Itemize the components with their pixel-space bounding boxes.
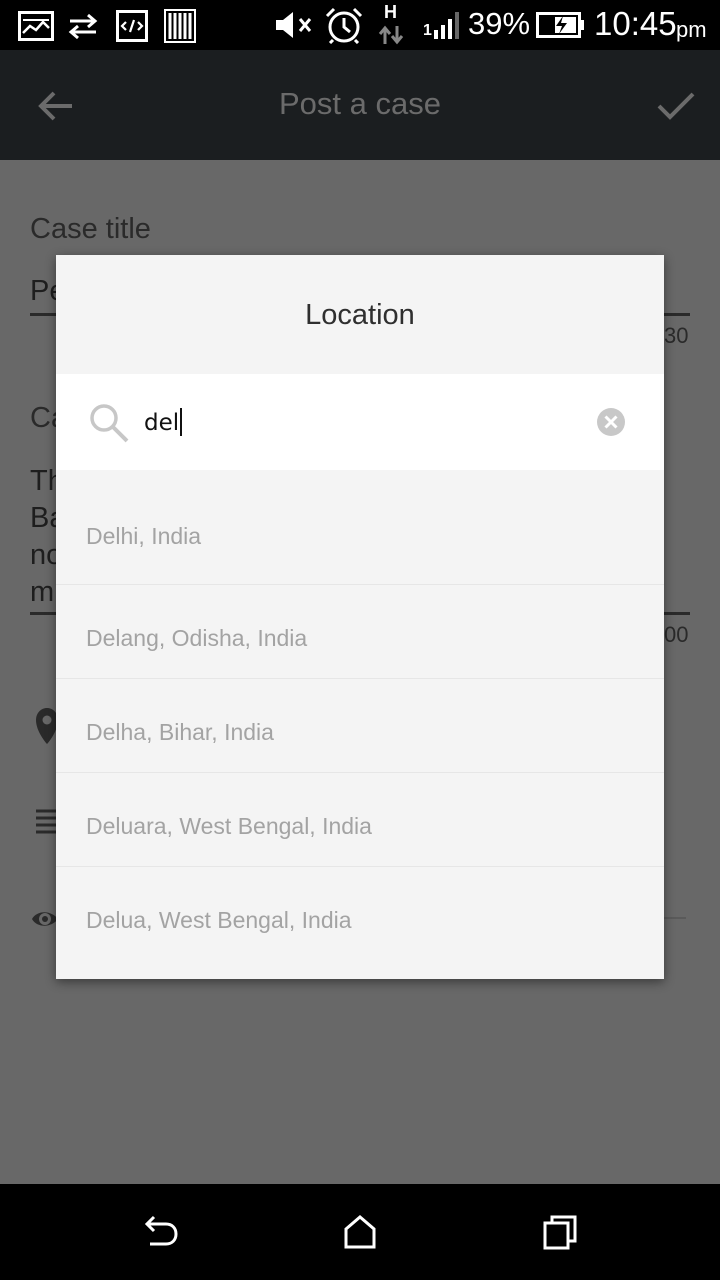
location-result-item[interactable]: Delua, West Bengal, India: [56, 867, 664, 960]
location-pin-icon[interactable]: [36, 706, 58, 750]
page-title: Post a case: [279, 86, 441, 121]
recents-icon[interactable]: [543, 1214, 577, 1254]
network-h-icon: H: [376, 2, 408, 50]
developer-icon: [116, 10, 148, 46]
barcode-icon: [164, 9, 196, 47]
desc-underline: [30, 612, 56, 615]
sim-slot-label: 1: [423, 22, 432, 39]
home-icon[interactable]: [343, 1214, 377, 1254]
clock-suffix: pm: [676, 17, 707, 42]
location-result-item[interactable]: Delhi, India: [56, 470, 664, 585]
screenshot-icon: [18, 11, 54, 45]
location-result-item[interactable]: Delha, Bihar, India: [56, 679, 664, 773]
row-divider: [664, 917, 686, 919]
mute-icon: [274, 9, 316, 45]
data-sync-icon: [66, 11, 100, 45]
system-nav-bar: [0, 1184, 720, 1280]
battery-charging-icon: [536, 12, 586, 42]
desc-underline-right: [664, 612, 690, 615]
dialog-title: Location: [305, 299, 415, 331]
title-underline-right: [664, 313, 690, 316]
clear-icon[interactable]: [596, 407, 626, 441]
text-cursor: [180, 408, 183, 436]
search-icon: [88, 402, 130, 448]
location-search-input[interactable]: del: [144, 408, 183, 436]
app-bar: Post a case: [0, 50, 720, 160]
title-counter: 30: [664, 323, 689, 348]
eye-icon[interactable]: [30, 904, 58, 938]
alarm-icon: [324, 6, 364, 48]
status-bar: H 1 39% 10:45 pm: [0, 0, 720, 50]
desc-counter: 00: [664, 622, 689, 647]
location-dialog: Location del Delhi, India Delang, Odisha…: [56, 255, 664, 979]
battery-percent: 39%: [468, 6, 531, 41]
case-title-label: Case title: [30, 213, 151, 245]
signal-icon: [433, 10, 463, 44]
desc-line-4[interactable]: m: [30, 576, 54, 609]
title-underline: [30, 313, 56, 316]
clock-time: 10:45: [594, 5, 677, 42]
location-result-item[interactable]: Delang, Odisha, India: [56, 585, 664, 679]
location-results-list: Delhi, India Delang, Odisha, India Delha…: [56, 470, 664, 960]
list-icon[interactable]: [36, 808, 58, 840]
back-nav-icon[interactable]: [142, 1214, 178, 1254]
check-icon[interactable]: [656, 88, 696, 128]
location-search-row: del: [56, 374, 664, 470]
location-result-item[interactable]: Deluara, West Bengal, India: [56, 773, 664, 867]
